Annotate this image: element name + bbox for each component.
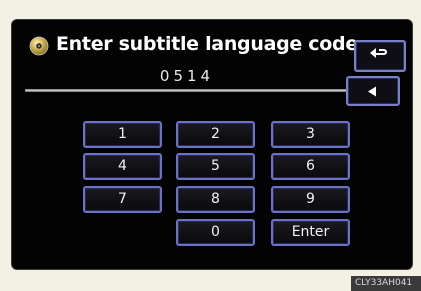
- return-arrow-icon: [368, 46, 392, 66]
- return-button[interactable]: [354, 40, 406, 72]
- key-5[interactable]: 5: [176, 153, 255, 180]
- header: Enter subtitle language code 0514: [12, 20, 412, 114]
- key-1[interactable]: 1: [83, 121, 162, 148]
- key-4[interactable]: 4: [83, 153, 162, 180]
- backspace-arrow-icon: [367, 82, 379, 101]
- key-9[interactable]: 9: [271, 186, 350, 213]
- divider: [25, 87, 395, 94]
- enter-button[interactable]: Enter: [271, 219, 350, 246]
- language-code-display: 0514: [159, 67, 215, 85]
- disc-icon: [29, 36, 49, 56]
- key-6[interactable]: 6: [271, 153, 350, 180]
- key-7[interactable]: 7: [83, 186, 162, 213]
- key-0[interactable]: 0: [176, 219, 255, 246]
- display-screen: Enter subtitle language code 0514 1 2 3 …: [11, 19, 413, 270]
- key-3[interactable]: 3: [271, 121, 350, 148]
- page-title: Enter subtitle language code: [56, 33, 358, 55]
- key-8[interactable]: 8: [176, 186, 255, 213]
- image-id-watermark: CLY33AH041: [351, 276, 421, 291]
- key-2[interactable]: 2: [176, 121, 255, 148]
- backspace-button[interactable]: [346, 76, 400, 106]
- photo-frame: Enter subtitle language code 0514 1 2 3 …: [0, 0, 421, 291]
